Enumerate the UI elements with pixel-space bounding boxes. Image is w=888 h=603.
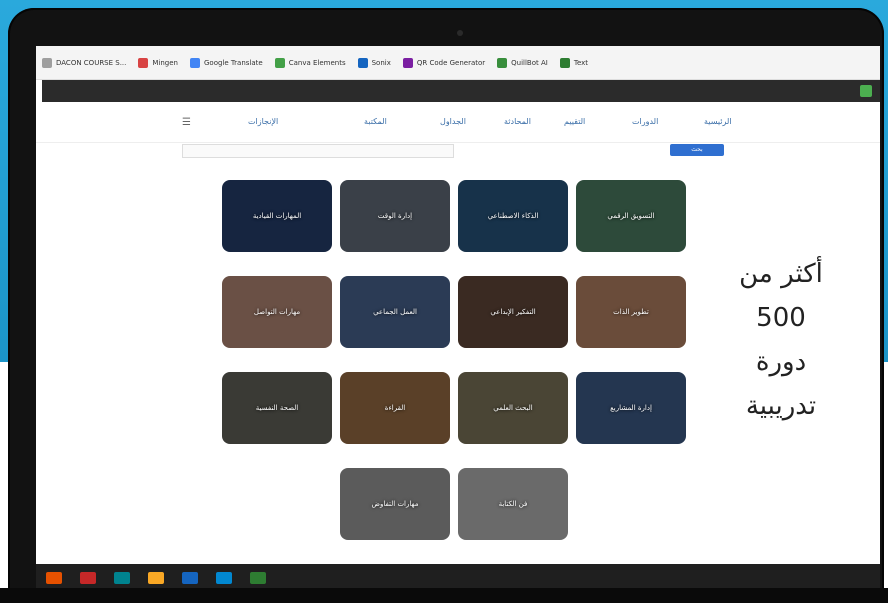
course-card-8[interactable]: إدارة المشاريع [576,372,686,444]
taskbar-app-icon[interactable] [216,572,232,584]
screen: DACON COURSE S... Mingen Google Translat… [36,46,880,592]
left-edge [36,80,42,102]
bookmark-icon [559,57,570,68]
laptop: DACON COURSE S... Mingen Google Translat… [8,8,884,603]
course-card-9[interactable]: البحث العلمي [458,372,568,444]
bookmark-icon [402,57,413,68]
menu-item-1[interactable]: الدورات [632,117,658,126]
bookmark-1[interactable]: Mingen [138,57,178,68]
bookmark-icon [42,57,52,68]
bookmark-7[interactable]: Text [559,57,588,68]
bookmark-icon [274,57,285,68]
bookmark-icon [497,57,508,68]
taskbar-app-icon[interactable] [250,572,266,584]
course-card-5[interactable]: التفكير الإبداعي [458,276,568,348]
course-card-11[interactable]: الصحة النفسية [222,372,332,444]
course-card-0[interactable]: التسويق الرقمي [576,180,686,252]
bookmark-2[interactable]: Google Translate [190,57,263,68]
menu-item-6[interactable]: الإنجازات [248,117,278,126]
bookmarks-bar: DACON COURSE S... Mingen Google Translat… [36,46,880,80]
course-card-7[interactable]: مهارات التواصل [222,276,332,348]
headline: أكثر من 500 دورة تدريبية [739,259,823,421]
camera [457,30,463,36]
taskbar-app-icon[interactable] [148,572,164,584]
taskbar-app-icon[interactable] [80,572,96,584]
menu-icon[interactable]: ☰ [182,117,191,128]
course-card-4[interactable]: تطوير الذات [576,276,686,348]
site-menu: ☰ الرئيسية الدورات التقييم المحادثة الجد… [36,102,880,143]
course-card-12[interactable]: فن الكتابة [458,468,568,540]
menu-item-3[interactable]: المحادثة [504,117,531,126]
home-icon[interactable] [860,85,872,97]
bookmark-3[interactable]: Canva Elements [274,57,346,68]
course-card-6[interactable]: العمل الجماعي [340,276,450,348]
taskbar-app-icon[interactable] [114,572,130,584]
bookmark-icon [190,57,200,68]
bookmark-4[interactable]: Sonix [357,57,391,68]
course-card-3[interactable]: المهارات القيادية [222,180,332,252]
bookmark-0[interactable]: DACON COURSE S... [42,57,126,68]
menu-item-4[interactable]: الجداول [440,117,466,126]
menu-item-2[interactable]: التقييم [564,117,585,126]
course-card-13[interactable]: مهارات التفاوض [340,468,450,540]
top-nav-bar [36,80,880,102]
menu-item-0[interactable]: الرئيسية [704,117,732,126]
search-input[interactable] [182,144,454,158]
course-card-1[interactable]: الذكاء الاصطناعي [458,180,568,252]
course-card-10[interactable]: القراءة [340,372,450,444]
laptop-base [0,588,888,603]
course-card-2[interactable]: إدارة الوقت [340,180,450,252]
bookmark-icon [138,57,149,68]
search-button[interactable]: بحث [670,144,724,156]
taskbar-app-icon[interactable] [182,572,198,584]
taskbar-app-icon[interactable] [46,572,62,584]
bookmark-icon [357,57,368,68]
menu-item-5[interactable]: المكتبة [364,117,387,126]
bookmark-6[interactable]: QuillBot AI [497,57,548,68]
bookmark-5[interactable]: QR Code Generator [402,57,485,68]
